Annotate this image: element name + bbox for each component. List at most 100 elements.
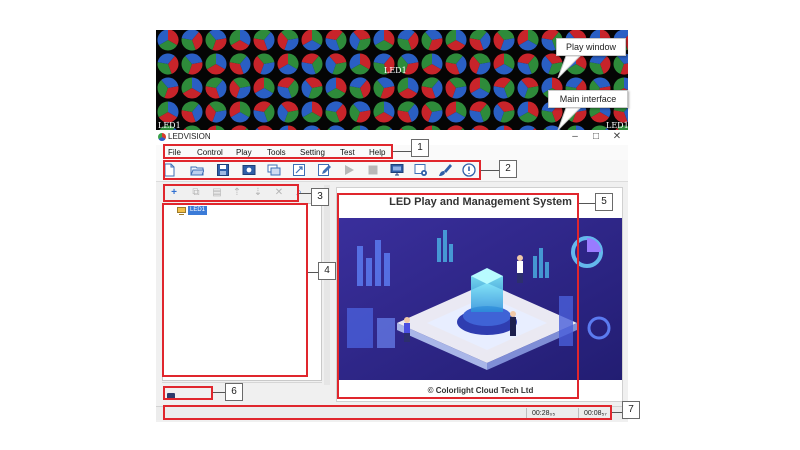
annotation-1: 1: [411, 139, 429, 157]
led-pixel: [373, 30, 395, 51]
led-pixel: [229, 101, 251, 123]
leader-line-1: [393, 151, 411, 152]
highlight-footer-button: [163, 386, 213, 400]
highlight-side-toolbar: [163, 184, 299, 202]
annotation-3: 3: [311, 188, 329, 206]
led-pixel: [469, 30, 491, 51]
title-bar: LEDVISION – □ ✕: [156, 130, 628, 145]
led-pixel: [445, 30, 467, 51]
play-window-callout: Play window: [556, 38, 626, 56]
led-pixel: [325, 101, 347, 123]
led-pixel: [445, 53, 467, 75]
led-pixel: [325, 77, 347, 99]
app-logo-icon: [158, 133, 166, 141]
led-pixel: [421, 30, 443, 51]
led-pixel: [469, 53, 491, 75]
led-pixel: [157, 77, 179, 99]
leader-line-7: [612, 412, 622, 413]
led-pixel: [157, 53, 179, 75]
screenshot-stage: LED1 LED1 LED1 Play window Main interfac…: [0, 0, 800, 450]
led-pixel: [517, 101, 539, 123]
annotation-7: 7: [622, 401, 640, 419]
highlight-preview: [337, 193, 579, 399]
led-pixel: [397, 77, 419, 99]
window-title: LEDVISION: [168, 132, 211, 141]
led-pixel: [229, 53, 251, 75]
led-pixel: [205, 53, 227, 75]
led-pixel: [277, 30, 299, 51]
led-pixel: [181, 53, 203, 75]
led-pixel: [469, 101, 491, 123]
led-pixel: [493, 53, 515, 75]
close-button[interactable]: ✕: [610, 131, 624, 143]
annotation-2: 2: [499, 160, 517, 178]
led-pixel: [277, 101, 299, 123]
led-pixel: [517, 30, 539, 51]
leader-line-6: [213, 392, 225, 393]
play-window-callout-tail: [557, 56, 581, 79]
led-pixel: [373, 101, 395, 123]
led-pixel: [181, 30, 203, 51]
led-pixel: [205, 77, 227, 99]
led-pixel: [421, 53, 443, 75]
led-pixel: [277, 77, 299, 99]
led-pixel: [205, 101, 227, 123]
led-pixel: [325, 30, 347, 51]
highlight-status-bar: [163, 405, 612, 420]
led-pixel: [493, 30, 515, 51]
led-pixel: [349, 77, 371, 99]
leader-line-3: [299, 193, 311, 194]
led-pixel: [469, 77, 491, 99]
led-pixel: [445, 101, 467, 123]
led-pixel: [157, 30, 179, 51]
led-pixel: [445, 77, 467, 99]
led-pixel: [421, 101, 443, 123]
led-pixel: [157, 101, 179, 123]
led-pixel: [349, 53, 371, 75]
led-pixel: [613, 53, 628, 75]
led-pixel: [229, 30, 251, 51]
led-pixel: [397, 101, 419, 123]
led-pixel: [589, 53, 611, 75]
annotation-6: 6: [225, 383, 243, 401]
led-pixel: [301, 30, 323, 51]
led-pixel: [493, 77, 515, 99]
led-pixel: [421, 77, 443, 99]
led-pixel: [301, 77, 323, 99]
leader-line-4: [308, 272, 318, 273]
highlight-menu-bar: [163, 144, 393, 159]
leader-line-5: [579, 203, 595, 204]
led-pixel: [349, 30, 371, 51]
led-corner-right-label: LED1: [606, 121, 628, 130]
annotation-5: 5: [595, 193, 613, 211]
minimize-button[interactable]: –: [568, 131, 582, 143]
led-pixel: [253, 101, 275, 123]
led-pixel: [301, 101, 323, 123]
led-pixel: [253, 53, 275, 75]
annotation-4: 4: [318, 262, 336, 280]
led-corner-left-label: LED1: [158, 121, 181, 130]
led-center-label: LED1: [384, 66, 407, 75]
leader-line-2: [481, 170, 499, 171]
led-pixel: [325, 53, 347, 75]
led-pixel: [517, 77, 539, 99]
panel-splitter[interactable]: [324, 185, 330, 385]
led-pixel: [517, 53, 539, 75]
led-pixel: [277, 53, 299, 75]
main-interface-callout-tail: [557, 108, 581, 131]
led-pixel: [205, 30, 227, 51]
led-pixel: [373, 77, 395, 99]
led-pixel: [349, 101, 371, 123]
led-pixel: [397, 30, 419, 51]
maximize-button[interactable]: □: [589, 131, 603, 143]
led-pixel: [229, 77, 251, 99]
main-interface-callout: Main interface: [548, 90, 628, 108]
led-pixel: [181, 101, 203, 123]
highlight-toolbar: [163, 160, 481, 180]
led-pixel: [253, 30, 275, 51]
led-pixel: [253, 77, 275, 99]
led-pixel: [493, 101, 515, 123]
highlight-tree-panel: [162, 203, 308, 377]
led-pixel: [181, 77, 203, 99]
led-pixel: [301, 53, 323, 75]
